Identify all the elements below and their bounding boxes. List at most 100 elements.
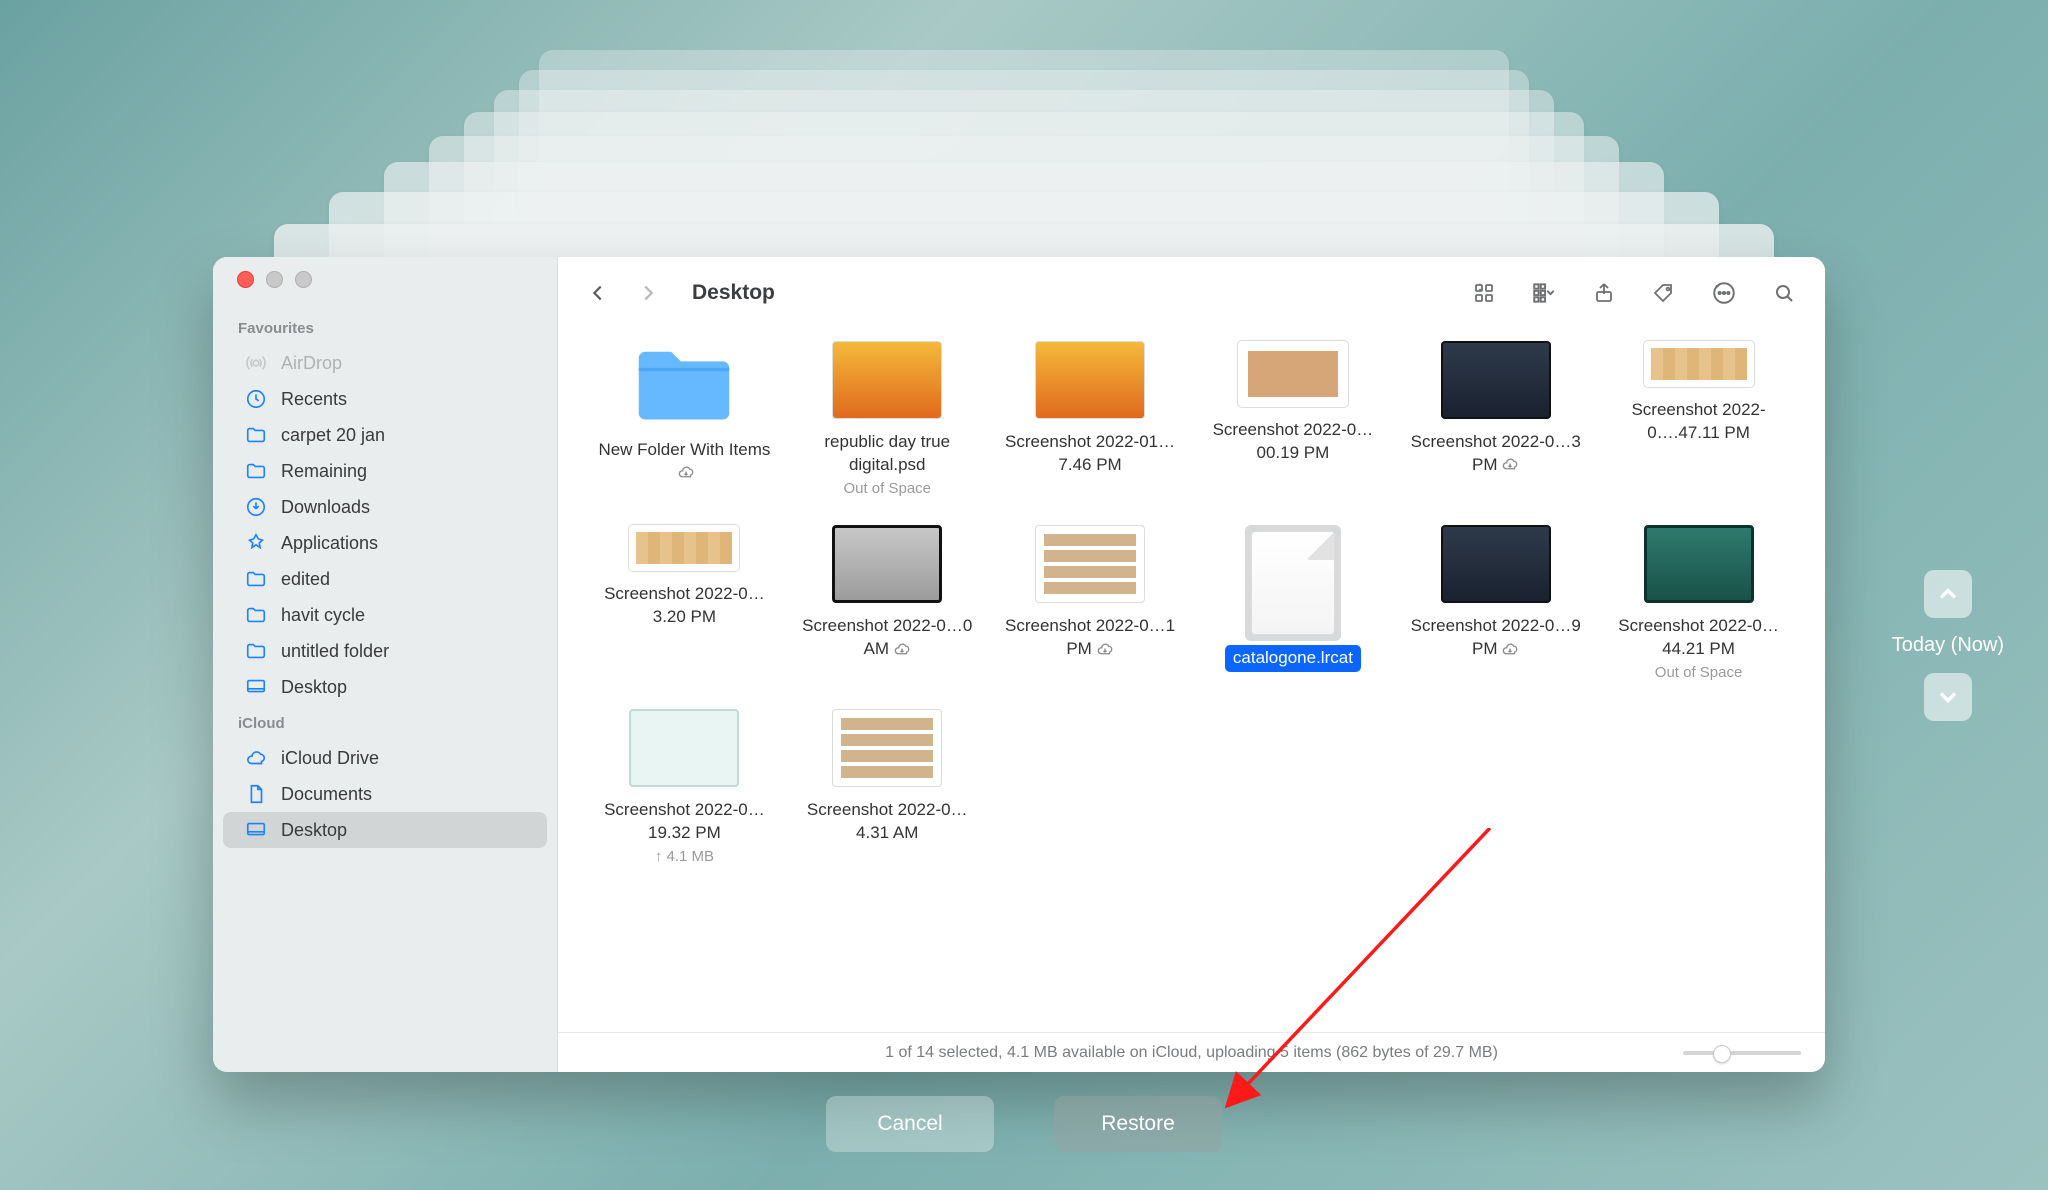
file-thumbnail — [832, 709, 942, 787]
file-item[interactable]: Screenshot 2022-0…1 PM — [992, 525, 1189, 683]
file-subtext: Out of Space — [1655, 663, 1743, 683]
finder-window: Favourites AirDrop Recents carpet 20 jan… — [213, 257, 1825, 1072]
back-button[interactable] — [584, 279, 612, 307]
sidebar-item-label: carpet 20 jan — [281, 425, 385, 446]
sidebar-item-label: Downloads — [281, 497, 370, 518]
file-name: Screenshot 2022-0…00.19 PM — [1198, 419, 1388, 465]
view-icons-button[interactable] — [1469, 278, 1499, 308]
window-controls — [213, 271, 557, 310]
file-name: New Folder With Items — [589, 439, 779, 485]
desktop-icon — [245, 676, 267, 698]
main-pane: Desktop New Folder With Itemsrepublic da… — [558, 257, 1825, 1072]
sidebar-item-label: Documents — [281, 784, 372, 805]
status-bar: 1 of 14 selected, 4.1 MB available on iC… — [558, 1032, 1825, 1072]
cloud-download-icon — [1501, 641, 1519, 659]
file-item[interactable]: Screenshot 2022-0…9 PM — [1397, 525, 1594, 683]
icon-size-slider[interactable] — [1683, 1051, 1801, 1055]
folder-icon — [245, 460, 267, 482]
file-item[interactable]: Screenshot 2022-0….47.11 PM — [1600, 341, 1797, 499]
close-window-button[interactable] — [237, 271, 254, 288]
cloud-icon — [245, 747, 267, 769]
window-title: Desktop — [692, 281, 775, 305]
file-thumbnail — [629, 709, 739, 787]
zoom-window-button[interactable] — [295, 271, 312, 288]
cloud-download-icon — [1501, 456, 1519, 474]
folder-icon — [631, 341, 737, 427]
file-name: republic day true digital.psd — [792, 431, 982, 477]
sidebar-item-label: edited — [281, 569, 330, 590]
sidebar-item-applications[interactable]: Applications — [223, 525, 547, 561]
document-icon — [245, 783, 267, 805]
sidebar-item-label: AirDrop — [281, 353, 342, 374]
timeline-nav: Today (Now) — [1892, 570, 2004, 721]
restore-button[interactable]: Restore — [1054, 1096, 1222, 1152]
file-name: Screenshot 2022-0…1 PM — [995, 615, 1185, 661]
sidebar-item-desktop[interactable]: Desktop — [223, 669, 547, 705]
file-thumbnail — [1644, 341, 1754, 387]
file-grid: New Folder With Itemsrepublic day true d… — [558, 329, 1825, 1032]
sidebar-section-favourites: Favourites — [213, 310, 557, 345]
more-button[interactable] — [1709, 278, 1739, 308]
status-text: 1 of 14 selected, 4.1 MB available on iC… — [885, 1044, 1498, 1062]
file-thumbnail — [1644, 525, 1754, 603]
sidebar-item-documents[interactable]: Documents — [223, 776, 547, 812]
file-item[interactable]: Screenshot 2022-0…00.19 PM — [1194, 341, 1391, 499]
sidebar-item-label: Recents — [281, 389, 347, 410]
clock-icon — [245, 388, 267, 410]
timeline-prev-button[interactable] — [1924, 570, 1972, 618]
cloud-download-icon — [1096, 641, 1114, 659]
sidebar-item-desktop-icloud[interactable]: Desktop — [223, 812, 547, 848]
desktop-icon — [245, 819, 267, 841]
search-button[interactable] — [1769, 278, 1799, 308]
minimize-window-button[interactable] — [266, 271, 283, 288]
file-subtext: Out of Space — [843, 479, 931, 499]
cloud-download-icon — [677, 464, 695, 482]
sidebar-item-label: Desktop — [281, 677, 347, 698]
sidebar-item-untitled[interactable]: untitled folder — [223, 633, 547, 669]
forward-button[interactable] — [634, 279, 662, 307]
tags-button[interactable] — [1649, 278, 1679, 308]
sidebar-item-label: Applications — [281, 533, 378, 554]
file-item-selected[interactable]: catalogone.lrcat — [1194, 525, 1391, 683]
sidebar-item-label: iCloud Drive — [281, 748, 379, 769]
file-item[interactable]: New Folder With Items — [586, 341, 783, 499]
file-item[interactable]: Screenshot 2022-0…0 AM — [789, 525, 986, 683]
sidebar-item-label: untitled folder — [281, 641, 389, 662]
sidebar-item-icloud-drive[interactable]: iCloud Drive — [223, 740, 547, 776]
sidebar-item-carpet[interactable]: carpet 20 jan — [223, 417, 547, 453]
folder-icon — [245, 640, 267, 662]
file-name: Screenshot 2022-0…3.20 PM — [589, 583, 779, 629]
file-item[interactable]: Screenshot 2022-0…3.20 PM — [586, 525, 783, 683]
sidebar-item-havit[interactable]: havit cycle — [223, 597, 547, 633]
file-name: Screenshot 2022-0…44.21 PM — [1604, 615, 1794, 661]
sidebar-item-edited[interactable]: edited — [223, 561, 547, 597]
file-item[interactable]: Screenshot 2022-0…19.32 PM↑ 4.1 MB — [586, 709, 783, 867]
bottom-buttons: Cancel Restore — [826, 1096, 1222, 1152]
share-button[interactable] — [1589, 278, 1619, 308]
applications-icon — [245, 532, 267, 554]
file-thumbnail — [832, 525, 942, 603]
file-name: Screenshot 2022-01…7.46 PM — [995, 431, 1185, 477]
sidebar-item-downloads[interactable]: Downloads — [223, 489, 547, 525]
cloud-download-icon — [893, 641, 911, 659]
sidebar-item-airdrop[interactable]: AirDrop — [223, 345, 547, 381]
toolbar: Desktop — [558, 257, 1825, 329]
file-item[interactable]: Screenshot 2022-01…7.46 PM — [992, 341, 1189, 499]
file-item[interactable]: republic day true digital.psdOut of Spac… — [789, 341, 986, 499]
file-item[interactable]: Screenshot 2022-0…3 PM — [1397, 341, 1594, 499]
file-item[interactable]: Screenshot 2022-0…44.21 PMOut of Space — [1600, 525, 1797, 683]
group-by-button[interactable] — [1529, 278, 1559, 308]
folder-icon — [245, 424, 267, 446]
folder-icon — [245, 568, 267, 590]
timeline-next-button[interactable] — [1924, 673, 1972, 721]
timeline-label: Today (Now) — [1892, 634, 2004, 657]
sidebar-item-recents[interactable]: Recents — [223, 381, 547, 417]
file-subtext: ↑ 4.1 MB — [655, 847, 714, 867]
file-name: catalogone.lrcat — [1225, 645, 1361, 672]
sidebar-item-remaining[interactable]: Remaining — [223, 453, 547, 489]
cancel-button[interactable]: Cancel — [826, 1096, 994, 1152]
sidebar-item-label: Remaining — [281, 461, 367, 482]
file-item[interactable]: Screenshot 2022-0…4.31 AM — [789, 709, 986, 867]
sidebar-item-label: havit cycle — [281, 605, 365, 626]
file-thumbnail — [1035, 341, 1145, 419]
